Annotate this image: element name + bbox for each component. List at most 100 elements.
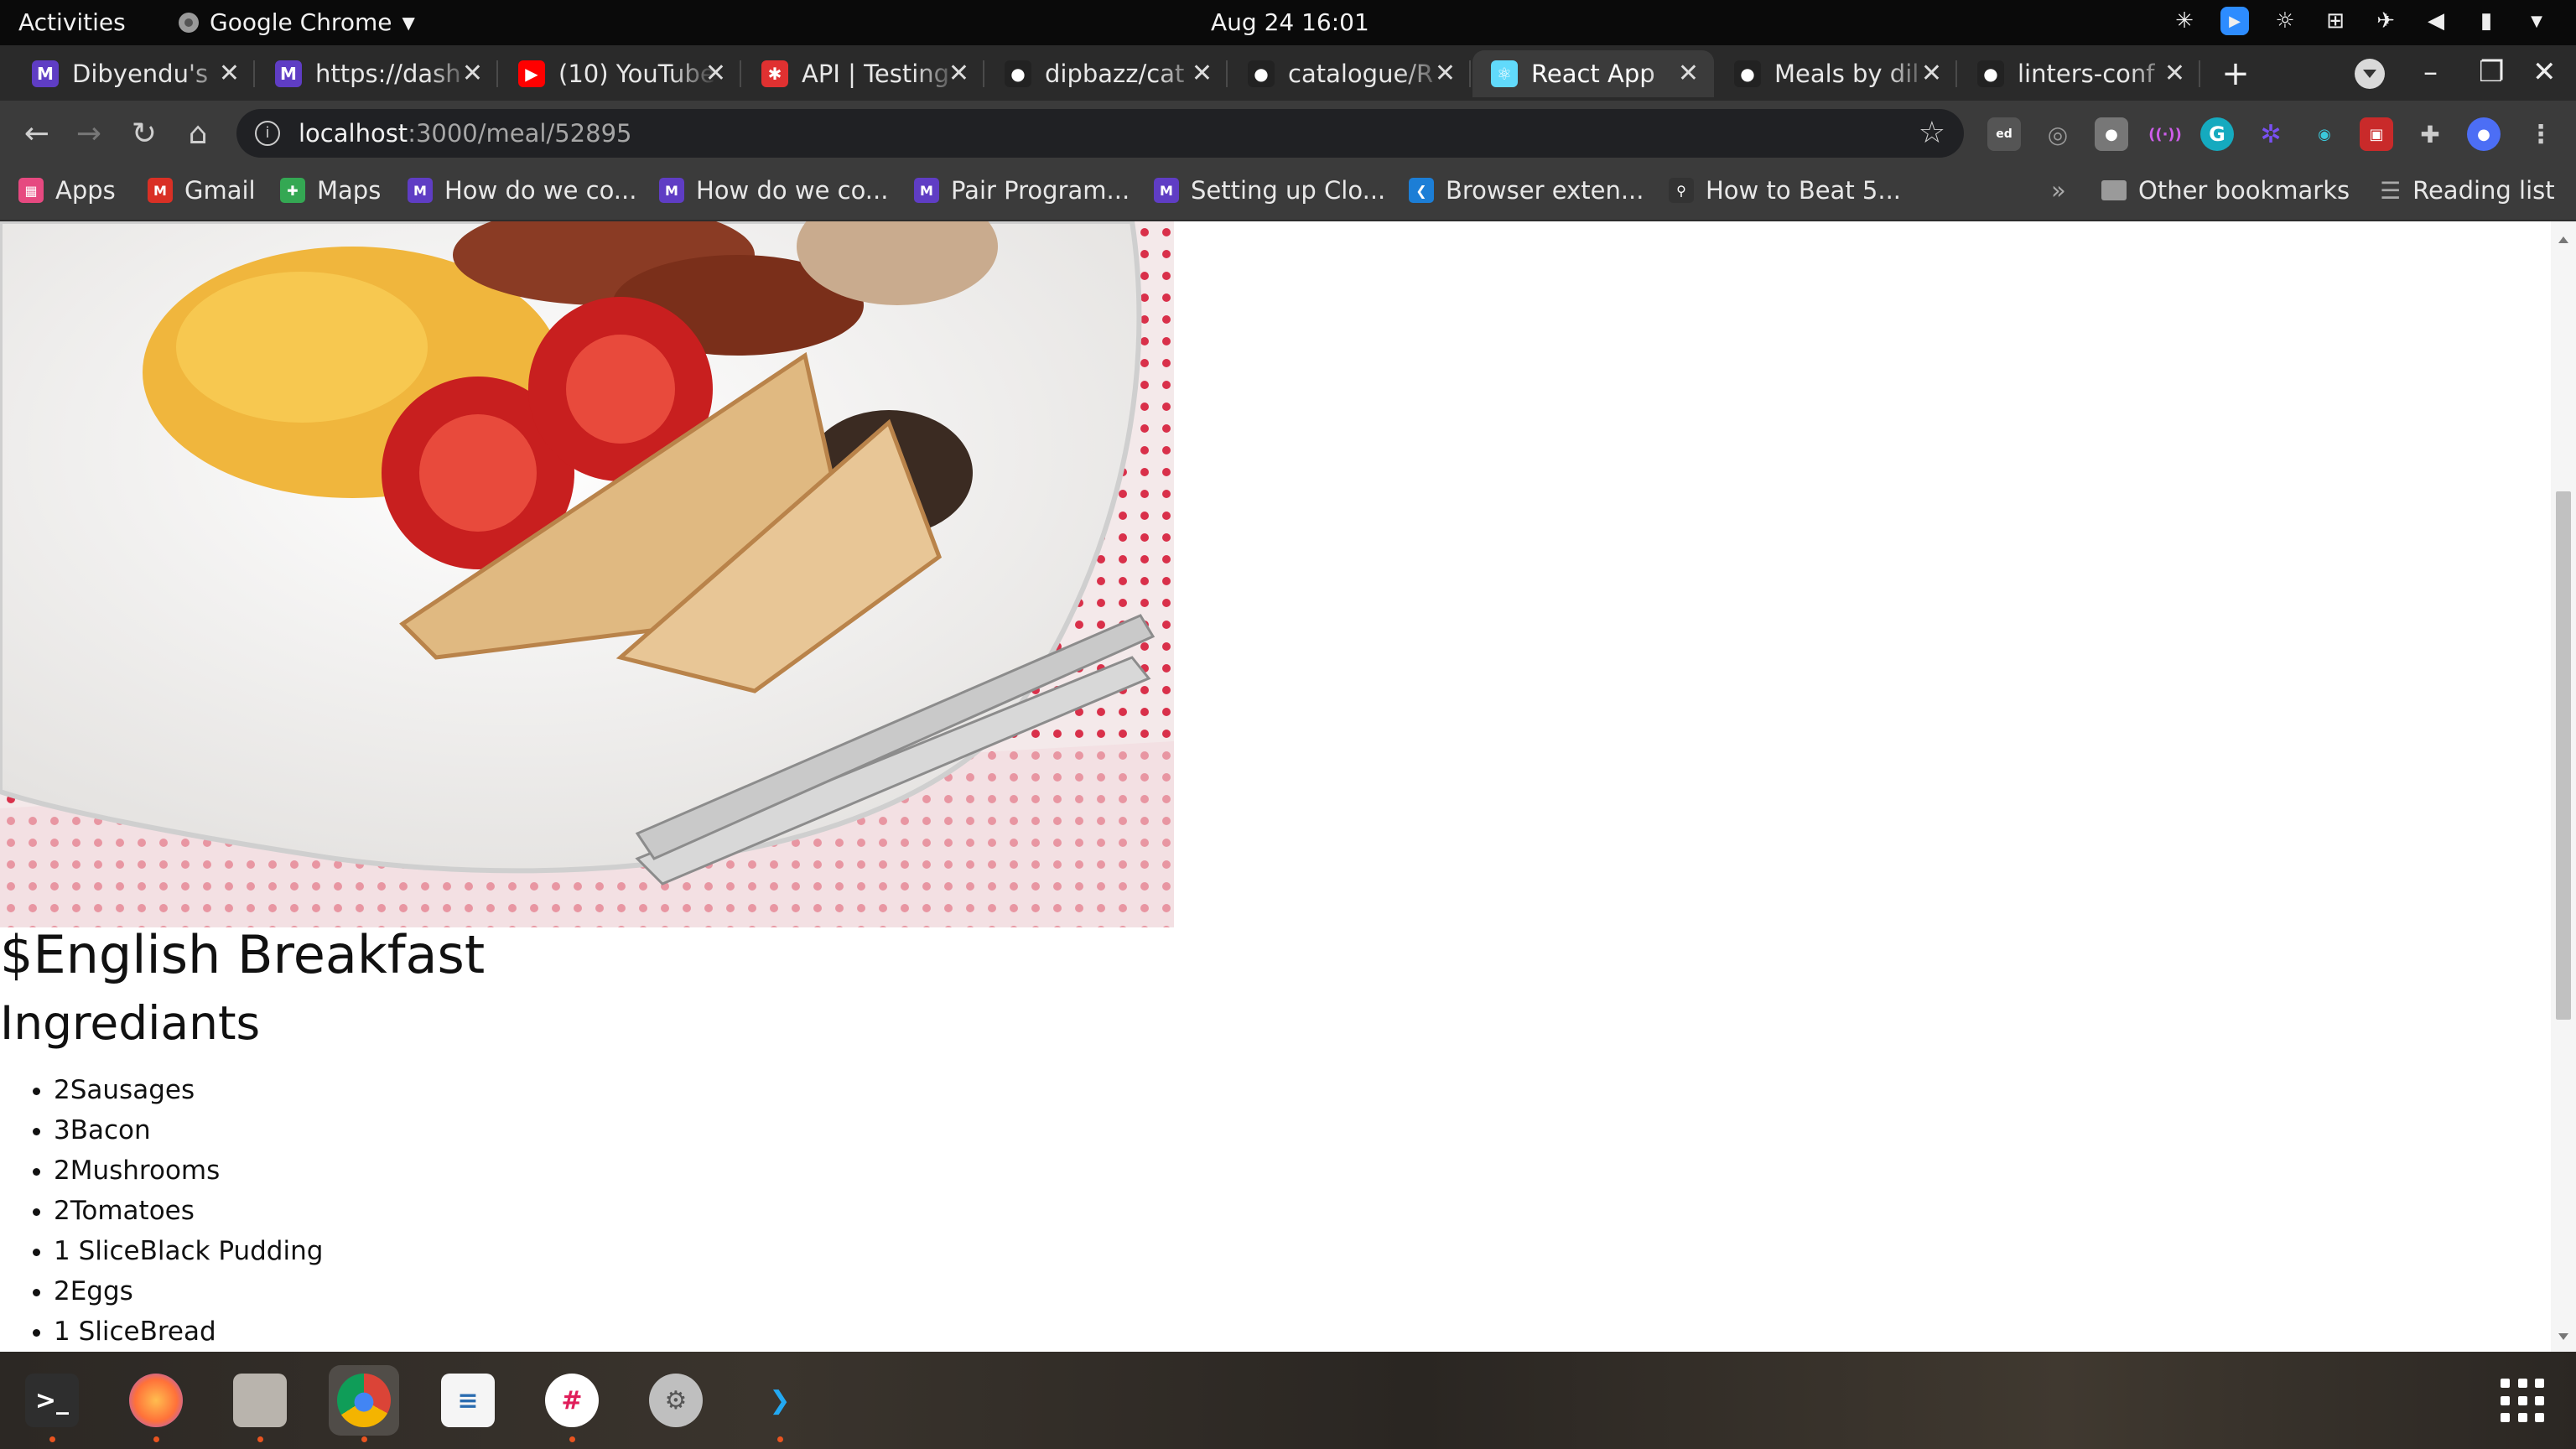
slack-glyph: # — [545, 1374, 599, 1427]
forward-button[interactable]: → — [70, 116, 107, 153]
reading-list-label: Reading list — [2412, 176, 2555, 205]
tab-3[interactable]: ▶ (10) YouTube ✕ — [500, 50, 741, 97]
tab-2[interactable]: Mhttps://dash ✕ — [257, 50, 498, 97]
volume-icon[interactable]: ◀ — [2422, 7, 2450, 35]
extensions-puzzle-icon[interactable]: ✚ — [2413, 117, 2447, 151]
grammarly-icon[interactable]: G — [2200, 117, 2234, 151]
bookmark-item[interactable]: M Setting up Clo... — [1154, 176, 1385, 205]
tab-1[interactable]: M Dibyendu's ✕ — [13, 50, 255, 97]
close-tab-icon[interactable]: ✕ — [1435, 59, 1456, 88]
close-tab-icon[interactable]: ✕ — [948, 59, 969, 88]
bookmark-star-icon[interactable]: ☆ — [1919, 116, 1945, 150]
extension-wave-icon[interactable]: ((·)) — [2148, 117, 2182, 151]
bookmark-item[interactable]: M Pair Program... — [914, 176, 1130, 205]
network-icon[interactable]: ⊞ — [2321, 7, 2350, 35]
slack-tray-icon[interactable]: ✳ — [2170, 7, 2199, 35]
close-tab-icon[interactable]: ✕ — [1192, 59, 1213, 88]
vscode-icon[interactable]: ❯ — [745, 1365, 815, 1442]
bookmark-label: Maps — [317, 176, 382, 205]
maximize-button[interactable]: ❐ — [2479, 55, 2504, 89]
bookmark-item[interactable]: M Gmail — [148, 176, 256, 205]
running-indicator — [153, 1436, 159, 1442]
tab-search-button[interactable] — [2355, 59, 2385, 89]
close-tab-icon[interactable]: ✕ — [705, 59, 726, 88]
ingredients-list: 2Sausages3Bacon2Mushrooms2Tomatoes1 Slic… — [0, 1070, 323, 1352]
other-bookmarks-folder[interactable]: Other bookmarks — [2101, 176, 2350, 205]
extension-eye-icon[interactable]: ◉ — [2308, 117, 2341, 151]
chrome-icon — [179, 12, 199, 33]
system-menu-chevron-icon[interactable]: ▼ — [2522, 7, 2551, 35]
activities-button[interactable]: Activities — [18, 8, 126, 36]
terminal-icon[interactable]: >_ — [17, 1365, 87, 1442]
bookmark-item[interactable]: ⚲ How to Beat 5... — [1669, 176, 1901, 205]
tab-9[interactable]: ● linters-conf ✕ — [1959, 50, 2200, 97]
reload-button[interactable]: ↻ — [126, 116, 163, 153]
bookmark-item[interactable]: ❮ Browser exten... — [1409, 176, 1644, 205]
browser-toolbar: ← → ↻ ⌂ i localhost:3000/meal/52895 ☆ ed… — [0, 101, 2576, 168]
apps-icon: ▦ — [18, 178, 44, 203]
extension-circle-icon[interactable]: ◎ — [2041, 117, 2075, 151]
reading-list-button[interactable]: ☰ Reading list — [2380, 176, 2555, 205]
show-applications-icon[interactable] — [2501, 1379, 2546, 1424]
bookmarks-overflow-button[interactable]: » — [2051, 176, 2066, 205]
scroll-up-arrow-icon[interactable] — [2558, 231, 2568, 243]
extension-square-icon[interactable]: ● — [2095, 117, 2128, 151]
battery-icon[interactable]: ▮ — [2472, 7, 2501, 35]
settings-icon[interactable]: ⚙ — [641, 1365, 711, 1436]
text-editor-icon[interactable]: ≡ — [433, 1365, 503, 1436]
firefox-icon[interactable] — [121, 1365, 191, 1442]
zoom-tray-icon[interactable]: ▶ — [2220, 7, 2249, 35]
chrome-icon[interactable]: ● — [329, 1365, 399, 1442]
close-tab-icon[interactable]: ✕ — [219, 59, 240, 88]
extension-red-icon[interactable]: ▣ — [2360, 117, 2393, 151]
tab-6[interactable]: ● catalogue/R ✕ — [1229, 50, 1471, 97]
tab-strip: M Dibyendu's ✕ Mhttps://dash ✕ ▶ (10) YouTube ✕… — [0, 45, 2576, 101]
close-tab-icon[interactable]: ✕ — [1921, 59, 1942, 88]
back-button[interactable]: ← — [18, 116, 55, 153]
scroll-down-arrow-icon[interactable] — [2558, 1333, 2568, 1345]
address-bar[interactable]: i localhost:3000/meal/52895 ☆ — [236, 109, 1964, 158]
airplane-icon[interactable]: ✈ — [2371, 7, 2400, 35]
app-menu[interactable]: Google Chrome ▼ — [178, 8, 415, 36]
ed-extension-icon[interactable]: ed — [1987, 117, 2021, 151]
maps-icon: ✚ — [280, 178, 305, 203]
bookmark-item[interactable]: ▦ Apps — [18, 176, 116, 205]
close-window-button[interactable]: ✕ — [2532, 55, 2557, 89]
clock[interactable]: Aug 24 16:01 — [1211, 8, 1369, 36]
tab-5[interactable]: ● dipbazz/cat ✕ — [986, 50, 1228, 97]
tab-4[interactable]: ✱ API | Testing ✕ — [743, 50, 984, 97]
tab-title: dipbazz/cat — [1045, 60, 1185, 88]
tab-separator — [740, 60, 741, 87]
scrollbar-thumb[interactable] — [2556, 491, 2571, 1020]
bookmarks-bar: ▦ Apps M Gmail ✚ Maps M How do we co... M How do … — [0, 168, 2576, 221]
extension-badge-icon[interactable]: ✲ — [2254, 117, 2288, 151]
chrome-menu-icon[interactable]: ⋮ — [2524, 117, 2558, 151]
ingredient-item: 3Bacon — [54, 1110, 323, 1150]
url-text[interactable]: localhost:3000/meal/52895 — [299, 119, 631, 148]
minimize-button[interactable]: – — [2423, 55, 2438, 89]
tab-title: API | Testing — [802, 60, 950, 88]
tab-7[interactable]: ⚛ React App ✕ — [1472, 50, 1714, 97]
bookmark-label: Pair Program... — [951, 176, 1130, 205]
profile-avatar[interactable]: ● — [2467, 117, 2501, 151]
meal-title: $English Breakfast — [0, 924, 486, 985]
bookmark-label: Gmail — [184, 176, 256, 205]
bookmark-item[interactable]: ✚ Maps — [280, 176, 381, 205]
files-icon[interactable] — [225, 1365, 295, 1442]
text-editor-glyph: ≡ — [441, 1374, 495, 1427]
tab-8[interactable]: ● Meals by dil ✕ — [1716, 50, 1957, 97]
tab-title: https://dash — [315, 60, 461, 88]
page-scrollbar[interactable] — [2551, 221, 2576, 1352]
bookmark-item[interactable]: M How do we co... — [408, 176, 636, 205]
brightness-icon[interactable]: ☼ — [2271, 7, 2299, 35]
site-info-icon[interactable]: i — [255, 121, 280, 146]
system-tray[interactable]: ✳ ▶ ☼ ⊞ ✈ ◀ ▮ ▼ — [2170, 7, 2551, 35]
close-tab-icon[interactable]: ✕ — [1678, 59, 1699, 88]
close-tab-icon[interactable]: ✕ — [2164, 59, 2185, 88]
tab-title: linters-conf — [2018, 60, 2155, 88]
bookmark-item[interactable]: M How do we co... — [659, 176, 888, 205]
close-tab-icon[interactable]: ✕ — [462, 59, 483, 88]
slack-icon[interactable]: # — [537, 1365, 607, 1442]
new-tab-button[interactable]: + — [2217, 55, 2254, 92]
home-button[interactable]: ⌂ — [179, 116, 216, 153]
